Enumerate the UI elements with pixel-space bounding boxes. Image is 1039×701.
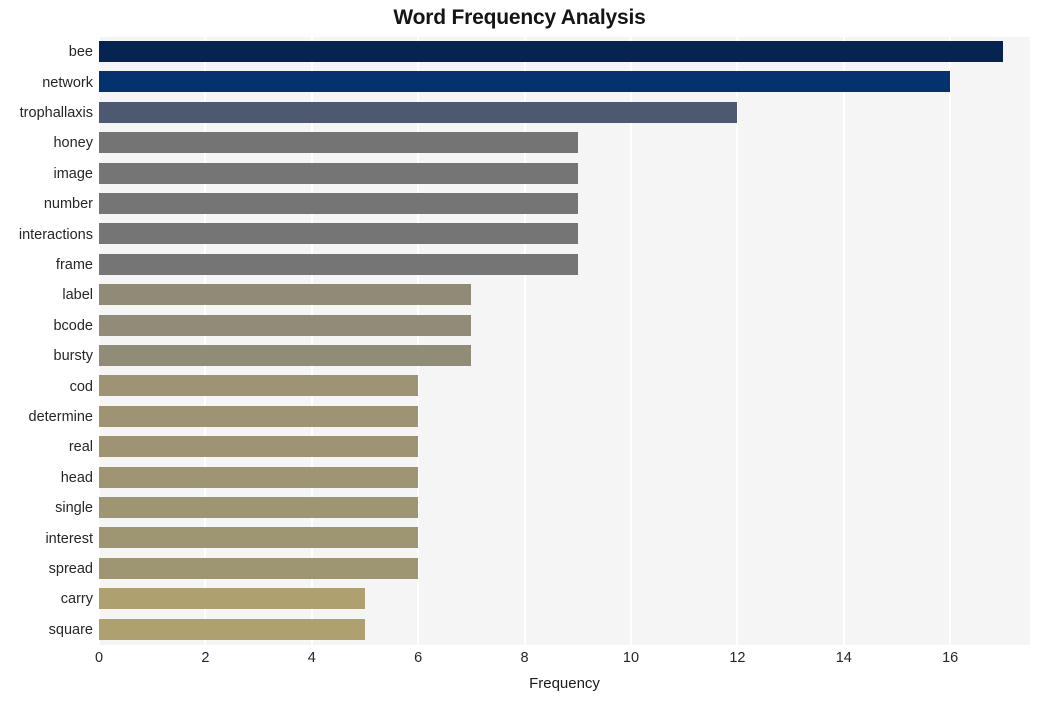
bar-bee[interactable] xyxy=(99,41,1004,62)
x-tick-label-4: 4 xyxy=(307,650,316,666)
y-tick-label-image: image xyxy=(53,165,94,182)
bar-label[interactable] xyxy=(99,284,472,306)
bar-row xyxy=(99,584,1030,613)
bar-real[interactable] xyxy=(99,436,419,458)
bar-row xyxy=(99,159,1030,188)
plot-area xyxy=(99,37,1030,645)
bar-interest[interactable] xyxy=(99,527,419,549)
bar-row xyxy=(99,371,1030,400)
bar-bcode[interactable] xyxy=(99,314,472,336)
bar-row xyxy=(99,554,1030,583)
y-tick-label-label: label xyxy=(62,287,93,304)
y-tick-label-carry: carry xyxy=(60,591,93,608)
bar-row xyxy=(99,280,1030,309)
bar-row xyxy=(99,219,1030,248)
bar-row xyxy=(99,493,1030,522)
y-tick-label-head: head xyxy=(60,469,93,486)
chart-title: Word Frequency Analysis xyxy=(393,6,646,29)
x-tick-label-0: 0 xyxy=(94,650,104,666)
bar-row xyxy=(99,341,1030,370)
bar-interactions[interactable] xyxy=(99,223,578,245)
y-axis-tick-labels: bee network trophallaxis honey image number in… xyxy=(0,37,93,645)
x-tick-label-14: 14 xyxy=(835,650,852,666)
y-tick-label-single: single xyxy=(55,500,93,517)
bar-carry[interactable] xyxy=(99,588,365,610)
y-tick-label-interest: interest xyxy=(45,530,93,547)
y-tick-label-cod: cod xyxy=(69,378,93,395)
y-tick-label-network: network xyxy=(42,74,93,91)
bar-row xyxy=(99,37,1030,66)
bar-row xyxy=(99,523,1030,552)
bar-row xyxy=(99,463,1030,492)
bar-image[interactable] xyxy=(99,162,578,184)
x-tick-label-10: 10 xyxy=(622,650,640,666)
y-tick-label-bursty: bursty xyxy=(53,348,94,365)
y-tick-label-square: square xyxy=(48,621,93,638)
y-tick-label-spread: spread xyxy=(48,561,93,577)
bar-bursty[interactable] xyxy=(99,345,472,366)
x-tick-label-2: 2 xyxy=(201,650,210,666)
bar-square[interactable] xyxy=(99,618,365,640)
bar-number[interactable] xyxy=(99,193,578,214)
bar-single[interactable] xyxy=(99,497,419,518)
y-tick-label-determine: determine xyxy=(28,409,93,425)
x-axis-title: Frequency xyxy=(529,675,600,692)
y-tick-label-bcode: bcode xyxy=(53,317,93,334)
y-tick-label-number: number xyxy=(43,196,93,213)
bar-row xyxy=(99,250,1030,279)
bar-frame[interactable] xyxy=(99,253,578,275)
bar-determine[interactable] xyxy=(99,405,419,427)
x-tick-label-12: 12 xyxy=(729,650,746,666)
bar-trophallaxis[interactable] xyxy=(99,101,738,123)
bar-row xyxy=(99,402,1030,431)
bar-network[interactable] xyxy=(99,71,951,93)
bar-row xyxy=(99,615,1030,644)
y-tick-label-honey: honey xyxy=(53,135,93,152)
x-tick-label-8: 8 xyxy=(520,650,529,666)
x-tick-label-6: 6 xyxy=(414,650,423,666)
chart-figure: Word Frequency Analysis bee network tropha… xyxy=(0,0,1039,701)
x-axis-tick-labels: 0 2 4 6 8 10 12 14 16 xyxy=(95,650,1030,670)
y-tick-label-real: real xyxy=(68,439,93,456)
y-tick-label-frame: frame xyxy=(55,257,93,273)
bar-row xyxy=(99,67,1030,96)
y-tick-label-interactions: interactions xyxy=(18,226,93,243)
bar-honey[interactable] xyxy=(99,132,578,154)
y-tick-label-trophallaxis: trophallaxis xyxy=(19,105,93,121)
bar-row xyxy=(99,189,1030,218)
bar-row xyxy=(99,432,1030,461)
bar-head[interactable] xyxy=(99,466,419,488)
bar-spread[interactable] xyxy=(99,557,419,579)
y-tick-label-bee: bee xyxy=(68,44,93,61)
bar-row xyxy=(99,128,1030,157)
bar-row xyxy=(99,98,1030,127)
bar-row xyxy=(99,311,1030,340)
x-tick-label-16: 16 xyxy=(942,650,959,666)
bar-cod[interactable] xyxy=(99,375,419,397)
